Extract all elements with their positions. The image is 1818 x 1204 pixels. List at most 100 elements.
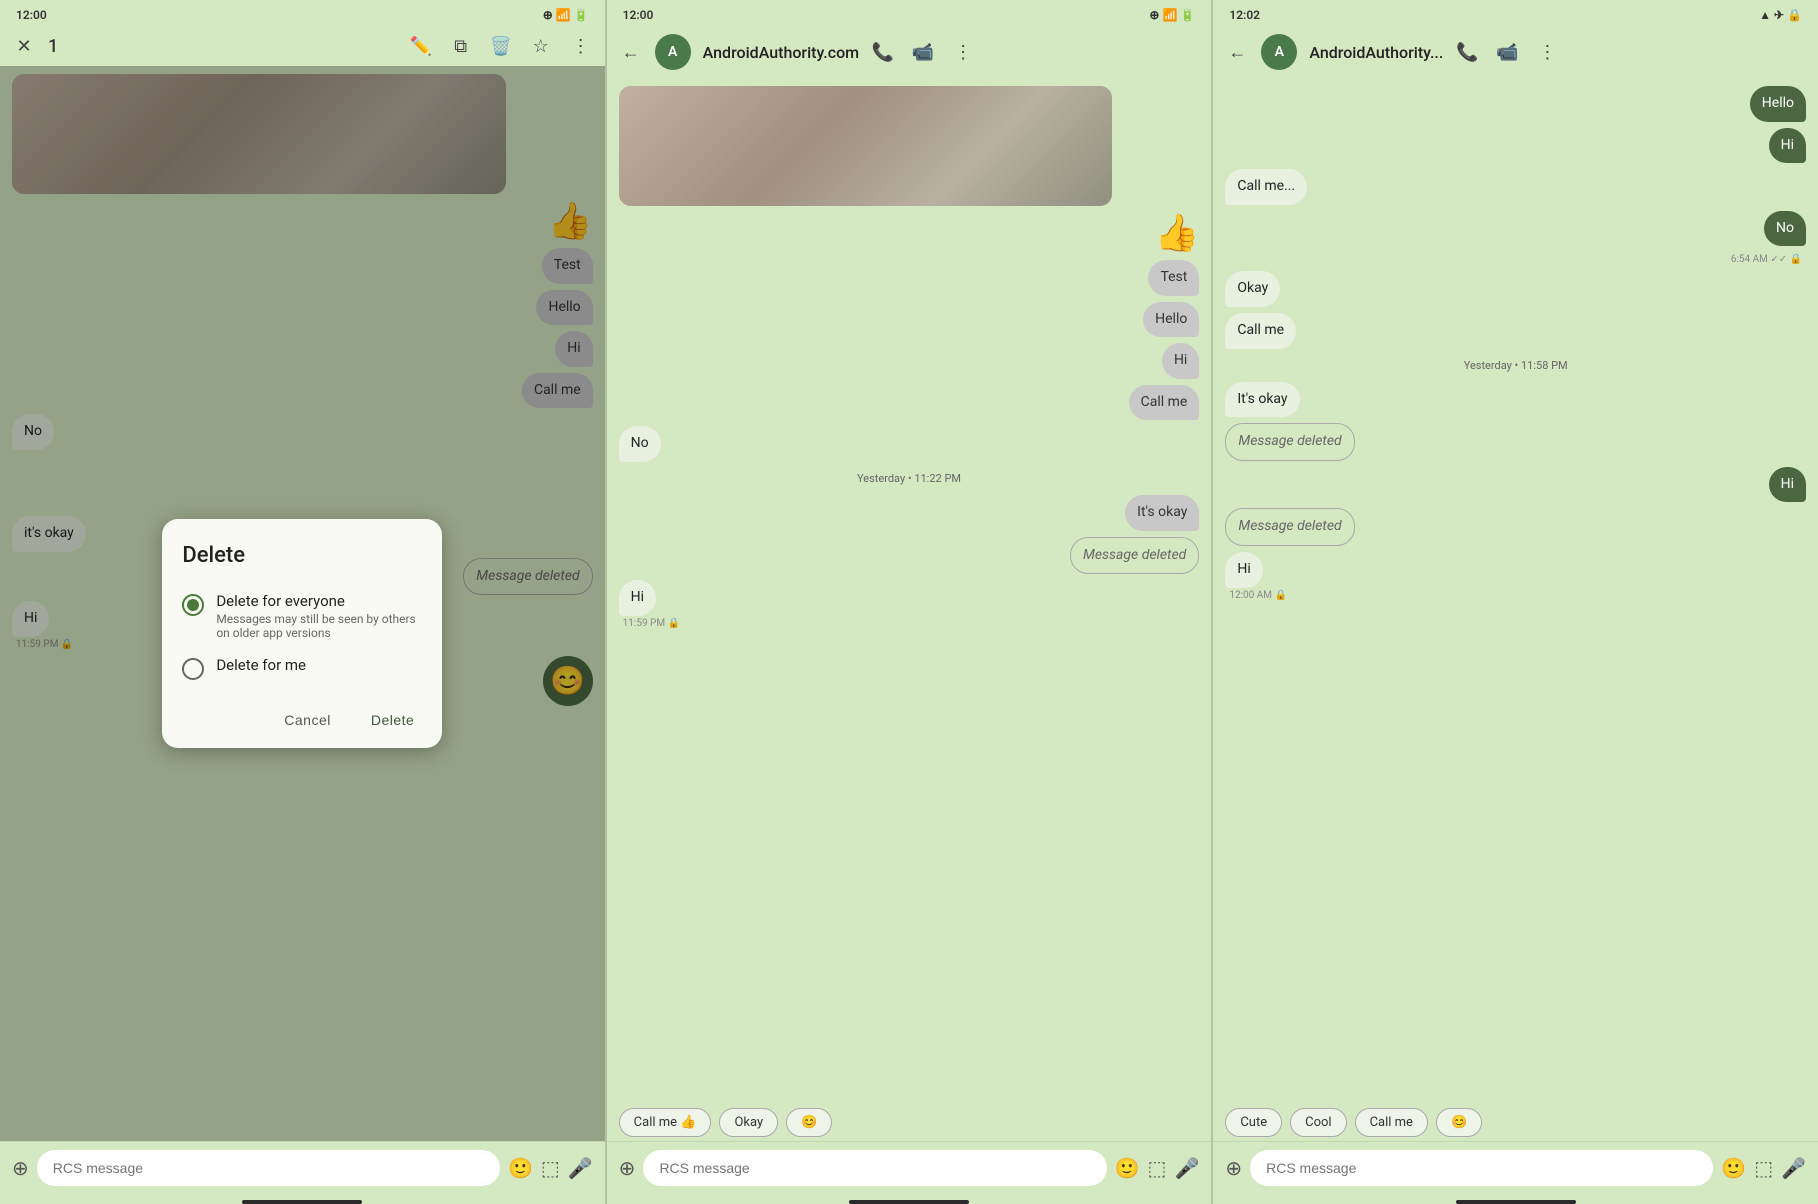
- edit-icon[interactable]: ✏️: [409, 34, 433, 58]
- input-bar-3: ⊕ 🙂 ⬚ 🎤: [1213, 1141, 1818, 1194]
- sticker-icon-3[interactable]: ⬚: [1754, 1156, 1773, 1180]
- chat-area-3: Hello Hi Call me... No 6:54 AM ✓✓ 🔒 Okay…: [1213, 78, 1818, 1104]
- phone-icon-2[interactable]: 📞: [871, 40, 895, 64]
- timestamp-2: Yesterday • 11:22 PM: [857, 472, 961, 485]
- msg-hi-wrapper-2: Hi 11:59 PM 🔒: [619, 580, 1200, 629]
- delete-option-everyone[interactable]: Delete for everyone Messages may still b…: [182, 584, 422, 648]
- input-bar-2: ⊕ 🙂 ⬚ 🎤: [607, 1141, 1212, 1194]
- contact-name-2: AndroidAuthority.com: [703, 43, 859, 62]
- battery-icon: 🔋: [574, 8, 589, 22]
- add-icon-2[interactable]: ⊕: [619, 1156, 636, 1180]
- timestamp-3: Yesterday • 11:58 PM: [1464, 359, 1568, 372]
- back-button-2[interactable]: ←: [619, 40, 643, 64]
- emoji-icon-3[interactable]: 🙂: [1721, 1156, 1746, 1180]
- avatar-2: A: [655, 34, 691, 70]
- msg-hi-recv-3: Hi: [1225, 552, 1262, 588]
- avatar-3: A: [1261, 34, 1297, 70]
- msg-deleted-recv-3: Message deleted: [1225, 423, 1354, 461]
- msg-hi-sent2-3: Hi: [1769, 467, 1806, 503]
- screen-rotation-icon-2: ⊕: [1149, 8, 1159, 22]
- status-bar-2: 12:00 ⊕ 📶 🔋: [607, 0, 1212, 26]
- add-icon-1[interactable]: ⊕: [12, 1156, 29, 1180]
- msg-callme-2: Call me: [1129, 385, 1200, 421]
- sticker-icon-1[interactable]: ⬚: [541, 1156, 560, 1180]
- quick-reply-callme-3[interactable]: Call me: [1355, 1108, 1428, 1137]
- wifi-icon-3: ▲: [1759, 8, 1771, 22]
- msg-itsokay-2: It's okay: [1125, 495, 1199, 531]
- message-input-1[interactable]: [37, 1150, 500, 1186]
- battery-icon-2: 🔋: [1180, 8, 1195, 22]
- more-icon-2[interactable]: ⋮: [951, 40, 975, 64]
- status-bar-3: 12:02 ▲ ✈ 🔒: [1213, 0, 1818, 26]
- option-everyone-label: Delete for everyone: [216, 592, 422, 610]
- screen1: 12:00 ⊕ 📶 🔋 ✕ 1 ✏️ ⧉ 🗑️ ☆ ⋮ 👍: [0, 0, 605, 1204]
- delete-overlay: Delete Delete for everyone Messages may …: [0, 66, 605, 1141]
- emoji-icon-2[interactable]: 🙂: [1115, 1156, 1140, 1180]
- radio-everyone: [182, 594, 204, 616]
- wifi-icon: 📶: [556, 8, 571, 22]
- chat-image-2: [619, 86, 1113, 206]
- msg-test-2: Test: [1148, 260, 1199, 296]
- wifi-icon-2: 📶: [1162, 8, 1177, 22]
- home-indicator-3: [1456, 1200, 1576, 1204]
- msg-hi-timestamp-2: 11:59 PM 🔒: [619, 618, 680, 629]
- option-me-text: Delete for me: [216, 656, 306, 674]
- delete-option-me[interactable]: Delete for me: [182, 648, 422, 688]
- msg-hello-2: Hello: [1143, 302, 1199, 338]
- msg-itsokay-3: It's okay: [1225, 382, 1299, 418]
- msg-deleted-recv2-3: Message deleted: [1225, 508, 1354, 546]
- copy-icon[interactable]: ⧉: [449, 34, 473, 58]
- chat-area-2: 👍 Test Hello Hi Call me No Yesterday • 1…: [607, 78, 1212, 1104]
- delete-dialog: Delete Delete for everyone Messages may …: [162, 519, 442, 748]
- mic-icon-2[interactable]: 🎤: [1174, 1156, 1199, 1180]
- more-icon[interactable]: ⋮: [569, 34, 593, 58]
- chat-area-1: 👍 Test Hello Hi Call me No Delete Delete…: [0, 66, 605, 1141]
- status-time-3: 12:02: [1229, 8, 1260, 22]
- screen2: 12:00 ⊕ 📶 🔋 ← A AndroidAuthority.com 📞 📹…: [607, 0, 1212, 1204]
- toolbar-actions-2: 📞 📹 ⋮: [871, 40, 975, 64]
- cancel-button[interactable]: Cancel: [276, 708, 339, 732]
- video-icon-2[interactable]: 📹: [911, 40, 935, 64]
- delete-dialog-buttons: Cancel Delete: [182, 708, 422, 732]
- sticker-icon-2[interactable]: ⬚: [1148, 1156, 1167, 1180]
- msg-deleted-2: Message deleted: [1070, 537, 1199, 575]
- message-input-3[interactable]: [1250, 1150, 1713, 1186]
- radio-me: [182, 658, 204, 680]
- msg-hi-gray-2: Hi: [1162, 343, 1199, 379]
- quick-replies-2: Call me 👍 Okay 😊: [607, 1104, 1212, 1141]
- msg-hi-wrapper-3: Hi 12:00 AM 🔒: [1225, 552, 1806, 601]
- msg-hi-sent-3: Hi: [1769, 128, 1806, 164]
- more-icon-3[interactable]: ⋮: [1535, 40, 1559, 64]
- add-icon-3[interactable]: ⊕: [1225, 1156, 1242, 1180]
- quick-reply-emoji-2[interactable]: 😊: [786, 1108, 832, 1137]
- msg-no-timestamp-3: 6:54 AM ✓✓ 🔒: [1731, 254, 1806, 265]
- msg-callme-recv-3: Call me...: [1225, 169, 1307, 205]
- msg-no-3: No: [1764, 211, 1806, 247]
- screen-rotation-icon: ⊕: [543, 8, 553, 22]
- toolbar-3: ← A AndroidAuthority... 📞 📹 ⋮: [1213, 26, 1818, 78]
- status-icons-3: ▲ ✈ 🔒: [1759, 8, 1802, 22]
- quick-reply-callme-2[interactable]: Call me 👍: [619, 1108, 712, 1137]
- quick-reply-okay-2[interactable]: Okay: [719, 1108, 778, 1137]
- phone-icon-3[interactable]: 📞: [1455, 40, 1479, 64]
- status-time-1: 12:00: [16, 8, 47, 22]
- message-input-2[interactable]: [643, 1150, 1106, 1186]
- quick-reply-cute-3[interactable]: Cute: [1225, 1108, 1282, 1137]
- mic-icon-1[interactable]: 🎤: [568, 1156, 593, 1180]
- emoji-icon-1[interactable]: 🙂: [508, 1156, 533, 1180]
- close-button[interactable]: ✕: [12, 34, 36, 58]
- option-everyone-text: Delete for everyone Messages may still b…: [216, 592, 422, 640]
- confirm-delete-button[interactable]: Delete: [363, 708, 422, 732]
- quick-reply-cool-3[interactable]: Cool: [1290, 1108, 1346, 1137]
- msg-okay-3: Okay: [1225, 271, 1280, 307]
- toolbar-actions-3: 📞 📹 ⋮: [1455, 40, 1559, 64]
- back-button-3[interactable]: ←: [1225, 40, 1249, 64]
- mic-icon-3[interactable]: 🎤: [1781, 1156, 1806, 1180]
- video-icon-3[interactable]: 📹: [1495, 40, 1519, 64]
- quick-reply-emoji-3[interactable]: 😊: [1436, 1108, 1482, 1137]
- delete-icon[interactable]: 🗑️: [489, 34, 513, 58]
- contact-name-3: AndroidAuthority...: [1309, 43, 1443, 62]
- battery-icon-3: 🔒: [1787, 8, 1802, 22]
- star-icon[interactable]: ☆: [529, 34, 553, 58]
- msg-no-2: No: [619, 426, 661, 462]
